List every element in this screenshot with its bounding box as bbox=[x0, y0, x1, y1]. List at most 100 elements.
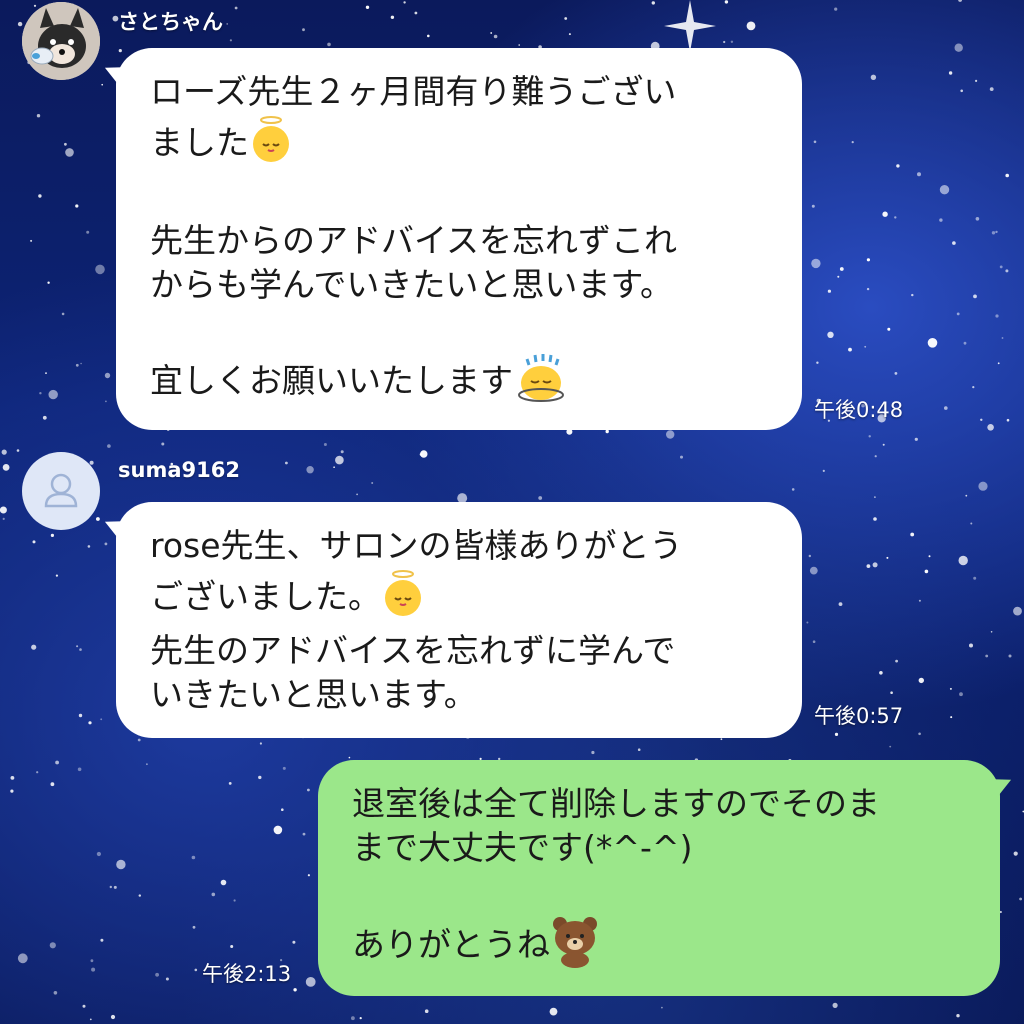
avatar-satochan[interactable] bbox=[22, 2, 100, 80]
star bbox=[806, 621, 809, 624]
star bbox=[746, 21, 756, 31]
star bbox=[281, 808, 284, 811]
star bbox=[827, 289, 832, 293]
star bbox=[16, 449, 20, 452]
star bbox=[973, 294, 977, 299]
star bbox=[997, 362, 1000, 365]
star bbox=[870, 74, 877, 81]
angel-chick-emoji bbox=[381, 568, 425, 629]
star bbox=[813, 140, 817, 144]
message-text-line: からも学んでいきたいと思います。 bbox=[150, 265, 674, 304]
star bbox=[359, 1017, 362, 1020]
star bbox=[549, 1007, 558, 1016]
star bbox=[910, 532, 915, 537]
star bbox=[970, 522, 973, 525]
star bbox=[48, 389, 58, 400]
star bbox=[165, 977, 169, 981]
star bbox=[348, 756, 351, 759]
avatar-default-user[interactable] bbox=[22, 452, 100, 530]
star bbox=[50, 533, 55, 538]
star bbox=[811, 204, 815, 208]
star bbox=[928, 555, 931, 558]
message-bubble-incoming[interactable]: rose先生、サロンの皆様ありがとう ございました。 先生のアドバイスを忘れずに… bbox=[116, 502, 802, 738]
star bbox=[116, 859, 126, 870]
star bbox=[1, 449, 7, 455]
star bbox=[958, 0, 962, 2]
star bbox=[985, 654, 989, 658]
star bbox=[228, 782, 232, 785]
message-text-line: 先生からのアドバイスを忘れずこれ bbox=[150, 221, 678, 260]
star bbox=[960, 89, 963, 93]
star bbox=[834, 7, 838, 11]
star bbox=[305, 977, 316, 987]
star bbox=[53, 991, 58, 995]
star bbox=[107, 444, 111, 448]
star bbox=[191, 855, 196, 860]
message-text-line: 退室後は全て削除しますのでそのま bbox=[352, 784, 880, 823]
star bbox=[340, 450, 344, 454]
message-text-line: まで大丈夫です(*^-^) bbox=[352, 828, 693, 867]
star bbox=[285, 461, 288, 465]
star bbox=[822, 469, 825, 472]
star bbox=[987, 424, 994, 431]
star bbox=[86, 230, 90, 234]
star bbox=[914, 437, 918, 441]
star bbox=[864, 345, 867, 348]
star bbox=[999, 910, 1002, 914]
message-bubble-outgoing[interactable]: 退室後は全て削除しますのでそのま まで大丈夫です(*^-^) ありがとうね bbox=[318, 760, 1000, 996]
message-text-line: いきたいと思います。 bbox=[150, 675, 477, 714]
star bbox=[911, 293, 914, 297]
star bbox=[302, 28, 305, 32]
star bbox=[335, 455, 344, 465]
star bbox=[879, 671, 883, 675]
star bbox=[834, 732, 839, 737]
star bbox=[234, 6, 238, 10]
star bbox=[80, 362, 82, 365]
star bbox=[637, 748, 641, 751]
star bbox=[110, 1014, 116, 1020]
star bbox=[101, 83, 103, 86]
star bbox=[31, 644, 37, 650]
star bbox=[959, 692, 963, 697]
star bbox=[493, 34, 498, 39]
star bbox=[950, 716, 953, 719]
star bbox=[333, 466, 335, 469]
star bbox=[811, 258, 821, 269]
star bbox=[104, 372, 111, 379]
star bbox=[75, 363, 79, 367]
star bbox=[82, 1004, 86, 1008]
message-timestamp: 午後0:57 bbox=[814, 704, 904, 728]
star bbox=[137, 738, 141, 742]
star bbox=[980, 418, 983, 421]
star bbox=[77, 767, 82, 772]
star bbox=[1013, 606, 1022, 616]
message-bubble-incoming[interactable]: ローズ先生２ヶ月間有り難うござい ました 先生からのアドバイスを忘れずこれ から… bbox=[116, 48, 802, 430]
angel-chick-emoji bbox=[249, 114, 293, 175]
message-text-line: 先生のアドバイスを忘れずに学んで bbox=[150, 631, 676, 670]
star bbox=[896, 164, 900, 168]
star bbox=[730, 40, 734, 43]
star bbox=[839, 267, 844, 271]
star bbox=[220, 879, 227, 886]
star bbox=[75, 204, 79, 208]
star bbox=[351, 1016, 355, 1021]
star bbox=[65, 148, 74, 157]
star bbox=[36, 771, 39, 774]
star bbox=[292, 940, 296, 944]
star bbox=[2, 464, 10, 471]
star bbox=[666, 430, 675, 439]
star bbox=[258, 775, 262, 780]
star bbox=[38, 194, 42, 198]
star bbox=[79, 648, 82, 651]
star bbox=[791, 488, 795, 491]
message-text-line: ございました。 bbox=[150, 577, 381, 616]
star bbox=[49, 942, 56, 949]
star bbox=[307, 874, 310, 877]
star bbox=[952, 241, 956, 245]
star bbox=[0, 506, 7, 514]
star bbox=[32, 540, 36, 544]
star bbox=[90, 959, 94, 963]
star bbox=[838, 602, 843, 606]
star bbox=[96, 517, 100, 521]
star bbox=[113, 885, 117, 889]
